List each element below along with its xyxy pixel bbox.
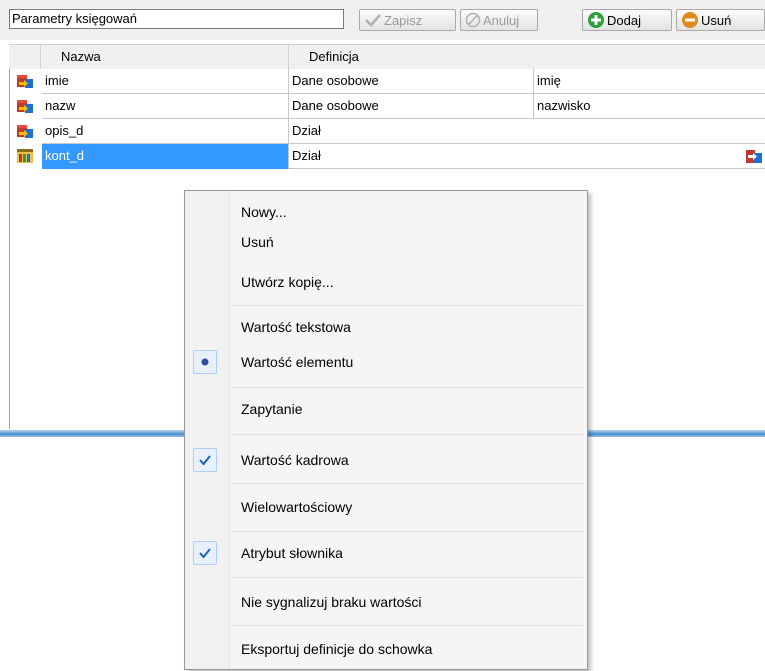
edit-param-icon[interactable] xyxy=(745,149,763,164)
menu-separator xyxy=(231,387,583,388)
menu-separator xyxy=(231,531,583,532)
title-field[interactable]: Parametry księgowań xyxy=(9,9,344,29)
menu-item-label: Wielowartościowy xyxy=(241,499,353,515)
menu-item-label: Wartość kadrowa xyxy=(241,452,349,468)
toolbar: Parametry księgowań Zapisz Anuluj Dodaj … xyxy=(0,0,765,40)
save-button[interactable]: Zapisz xyxy=(359,9,456,31)
check-icon xyxy=(193,541,217,565)
menu-item-delete[interactable]: Usuń xyxy=(185,227,587,257)
cell-definition: Dane osobowe xyxy=(289,94,534,119)
menu-item-element-value[interactable]: Wartość elementu xyxy=(185,347,587,377)
column-header-name[interactable]: Nazwa xyxy=(61,49,101,64)
menu-item-label: Wartość elementu xyxy=(241,354,354,370)
cell-name: opis_d xyxy=(42,119,289,144)
red-param-icon xyxy=(17,100,33,113)
menu-separator xyxy=(231,483,583,484)
check-icon xyxy=(193,448,217,472)
cell-definition: Dział xyxy=(289,119,765,144)
cell-value: imię xyxy=(534,69,765,94)
cancel-button[interactable]: Anuluj xyxy=(460,9,538,31)
menu-item-label: Atrybut słownika xyxy=(241,545,343,561)
header-separator xyxy=(288,45,289,69)
cell-name: nazw xyxy=(42,94,289,119)
menu-item-text-value[interactable]: Wartość tekstowa xyxy=(185,312,587,342)
cell-value: nazwisko xyxy=(534,94,765,119)
minus-circle-icon xyxy=(682,12,698,28)
red-param-icon xyxy=(17,125,33,138)
menu-separator xyxy=(231,625,583,626)
table-row[interactable]: imie Dane osobowe imię xyxy=(10,69,765,94)
table-row[interactable]: opis_d Dział xyxy=(10,119,765,144)
menu-item-label: Zapytanie xyxy=(241,401,303,417)
grid-header: Nazwa Definicja xyxy=(9,44,765,70)
menu-item-no-missing-warning[interactable]: Nie sygnalizuj braku wartości xyxy=(185,587,587,617)
cell-name: imie xyxy=(42,69,289,94)
menu-separator xyxy=(231,434,583,435)
checkmark-icon xyxy=(365,14,381,27)
menu-item-query[interactable]: Zapytanie xyxy=(185,394,587,424)
cancel-label: Anuluj xyxy=(483,12,520,28)
add-button[interactable]: Dodaj xyxy=(582,9,672,31)
multi-param-icon xyxy=(17,149,33,163)
menu-item-export-clipboard[interactable]: Eksportuj definicje do schowka xyxy=(185,634,587,664)
menu-item-label: Nowy... xyxy=(241,204,287,220)
delete-label: Usuń xyxy=(701,12,732,28)
add-label: Dodaj xyxy=(607,12,641,28)
delete-button[interactable]: Usuń xyxy=(676,9,765,31)
menu-item-hr-value[interactable]: Wartość kadrowa xyxy=(185,445,587,475)
menu-item-label: Nie sygnalizuj braku wartości xyxy=(241,594,422,610)
save-label: Zapisz xyxy=(384,12,423,28)
menu-separator xyxy=(231,305,583,306)
menu-separator xyxy=(231,577,583,578)
menu-item-copy[interactable]: Utwórz kopię... xyxy=(185,267,587,297)
table-row[interactable]: kont_d Dział xyxy=(10,144,765,169)
cancel-icon xyxy=(465,12,481,28)
radio-selected-icon xyxy=(193,350,217,374)
menu-item-multivalued[interactable]: Wielowartościowy xyxy=(185,492,587,522)
cell-definition: Dane osobowe xyxy=(289,69,534,94)
context-menu: Nowy... Usuń Utwórz kopię... Wartość tek… xyxy=(184,190,588,670)
column-header-definition[interactable]: Definicja xyxy=(309,49,359,64)
menu-item-dictionary-attribute[interactable]: Atrybut słownika xyxy=(185,538,587,568)
menu-item-new[interactable]: Nowy... xyxy=(185,197,587,227)
menu-item-label: Wartość tekstowa xyxy=(241,319,351,335)
cell-definition: Dział xyxy=(289,144,765,169)
red-param-icon xyxy=(17,75,33,88)
plus-circle-icon xyxy=(588,12,604,28)
table-row[interactable]: nazw Dane osobowe nazwisko xyxy=(10,94,765,119)
cell-name: kont_d xyxy=(42,144,289,169)
menu-item-label: Eksportuj definicje do schowka xyxy=(241,641,433,657)
menu-item-label: Utwórz kopię... xyxy=(241,274,334,290)
header-separator xyxy=(40,45,41,69)
menu-item-label: Usuń xyxy=(241,234,274,250)
